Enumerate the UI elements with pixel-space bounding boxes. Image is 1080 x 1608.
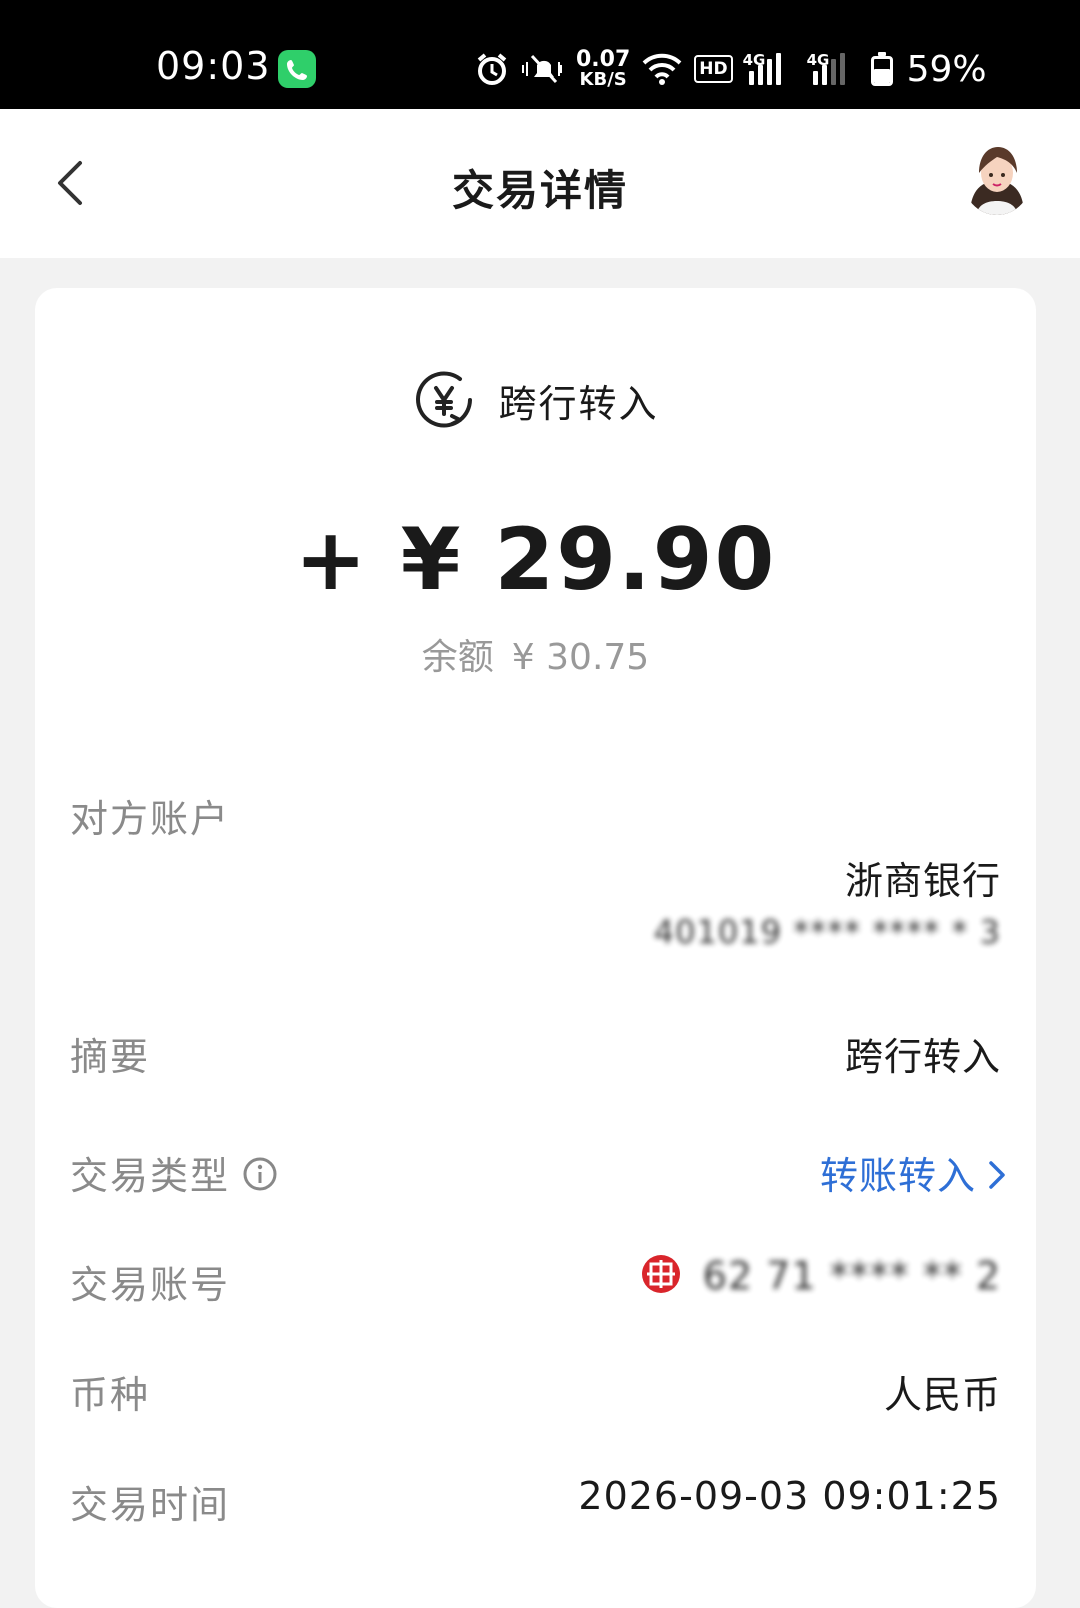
- transaction-card: 跨行转入 + ¥ 29.90 余额 ¥ 30.75 对方账户 浙商银行 40101…: [35, 288, 1036, 1608]
- transaction-type-label: 跨行转入: [498, 381, 659, 426]
- status-bar: 09:03 0.07 KB/S HD 4G 4G 59%: [0, 0, 1080, 109]
- counterparty-label: 对方账户: [70, 797, 231, 841]
- battery-icon: [870, 52, 893, 86]
- silent-bell-icon: [522, 54, 562, 84]
- tx-time-label: 交易时间: [70, 1483, 231, 1527]
- hd-voice-badge: HD: [694, 55, 733, 83]
- tx-time-value: 2026-09-03 09:01:25: [578, 1474, 1001, 1518]
- currency-value: 人民币: [883, 1373, 1001, 1417]
- tx-account-row: 62 71 **** ** 2: [641, 1254, 1001, 1303]
- tx-type-label: 交易类型: [70, 1154, 231, 1198]
- balance-value: ¥ 30.75: [511, 637, 650, 678]
- status-time: 09:03: [156, 44, 271, 88]
- info-icon[interactable]: [242, 1156, 278, 1201]
- counterparty-bank: 浙商银行: [844, 859, 1001, 903]
- status-icons: 0.07 KB/S HD 4G 4G 59%: [474, 48, 987, 90]
- wifi-icon: [642, 53, 682, 85]
- signal-strength-sim2: 4G: [807, 51, 861, 87]
- transaction-type-field: 交易类型: [70, 1145, 278, 1201]
- avatar-icon: [962, 139, 1032, 215]
- speed-value: 0.07: [576, 47, 631, 72]
- tx-type-value: 转账转入: [819, 1154, 976, 1198]
- yuan-transfer-icon: [416, 371, 473, 428]
- summary-label: 摘要: [70, 1035, 151, 1079]
- currency-label: 币种: [70, 1373, 151, 1417]
- assistant-avatar[interactable]: [962, 139, 1032, 215]
- counterparty-account: 401019 **** **** * 3: [653, 913, 1001, 951]
- balance-line: 余额 ¥ 30.75: [35, 628, 1036, 680]
- phone-call-icon: [278, 50, 316, 88]
- alarm-icon: [477, 53, 507, 85]
- chevron-right-icon: [986, 1157, 1008, 1201]
- summary-value: 跨行转入: [844, 1035, 1001, 1079]
- battery-percent: 59%: [906, 48, 987, 90]
- transaction-amount: + ¥ 29.90: [294, 510, 777, 610]
- page-title: 交易详情: [451, 166, 628, 215]
- citic-bank-logo-icon: [641, 1254, 681, 1303]
- nav-header: 交易详情: [0, 109, 1080, 258]
- tx-account-value: 62 71 **** ** 2: [702, 1254, 1001, 1298]
- transaction-type-row: 跨行转入: [35, 368, 1036, 432]
- balance-label: 余额: [421, 637, 494, 678]
- speed-unit: KB/S: [579, 69, 627, 90]
- tx-type-link[interactable]: 转账转入: [820, 1145, 1008, 1201]
- signal-strength-sim1: 4G: [743, 51, 797, 87]
- network-speed: 0.07 KB/S: [576, 49, 630, 89]
- tx-account-label: 交易账号: [70, 1263, 231, 1307]
